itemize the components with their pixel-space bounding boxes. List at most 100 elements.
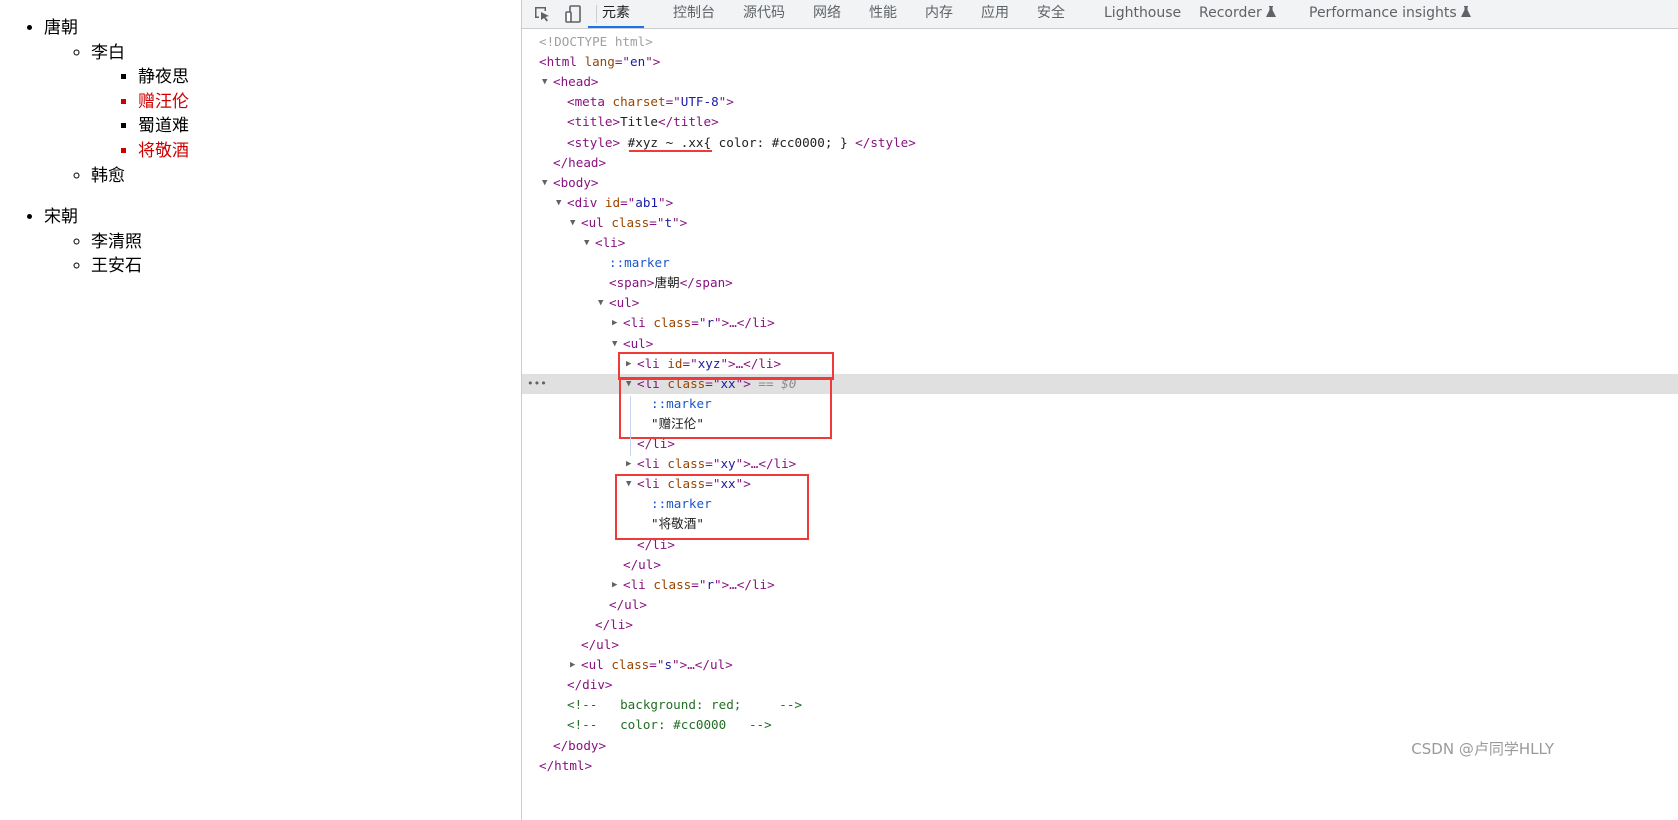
node-text: </ul> [609,595,647,615]
expand-triangle-down-icon[interactable]: ▼ [542,173,552,193]
dom-node-row[interactable]: ▼ <ul> [522,334,1678,354]
expand-triangle-right-icon[interactable]: ▶ [612,575,622,595]
tab-3[interactable]: 网络 [813,0,841,28]
tab-2[interactable]: 源代码 [743,0,785,28]
token-av: r [706,315,715,331]
tab-label: 性能 [869,5,897,21]
dom-node-row[interactable]: <meta charset="UTF-8"> [522,92,1678,112]
dom-node-row[interactable]: ▼ <ul> [522,293,1678,313]
dom-node-row[interactable]: </ul> [522,635,1678,655]
dom-node-row[interactable]: ▶ <li class="xy">…</li> [522,454,1678,474]
poet-list: 李白静夜思赠汪伦蜀道难将敬酒韩愈 [44,41,521,189]
token-tag: =" [665,94,681,110]
token-tag: </head> [553,154,607,170]
poem-item: 蜀道难 [138,114,521,139]
expand-triangle-down-icon[interactable]: ▼ [542,72,552,92]
dom-node-row[interactable]: <html lang="en"> [522,52,1678,72]
token-tag: <meta [567,94,613,110]
token-tag: ">…</li> [735,456,797,472]
highlight-box [618,352,834,380]
dom-node-row[interactable]: ▶ <li class="r">…</li> [522,313,1678,333]
token-tag: <li [623,315,654,331]
token-an: class [653,576,692,592]
token-ps: ::marker [609,255,670,271]
more-options-icon[interactable]: ••• [527,374,547,394]
expand-triangle-right-icon[interactable]: ▶ [612,313,622,333]
token-tag: ">…</ul> [672,657,733,673]
dom-node-row[interactable]: <title>Title</title> [522,112,1678,132]
tab-label: 应用 [981,5,1009,21]
token-tag: </div> [567,677,613,693]
tab-5[interactable]: 内存 [925,0,953,28]
expand-triangle-right-icon[interactable]: ▶ [570,655,580,675]
dom-node-row[interactable]: ▼ <li> [522,233,1678,253]
dom-node-row[interactable]: </ul> [522,555,1678,575]
devtools-panel: 元素 控制台 源代码 网络 性能 内存 应用 安全 Lighthouse Recorder Per… [521,0,1678,820]
tab-4[interactable]: 性能 [869,0,897,28]
selector-underline [629,150,712,152]
token-an: class [611,657,650,673]
token-tag: =" [614,54,631,70]
tab-1[interactable]: 控制台 [673,0,715,28]
tab-10[interactable]: Performance insights [1309,0,1472,28]
token-tx: 唐朝 [654,275,680,291]
token-tag: </html> [539,757,593,773]
dom-node-row[interactable]: ::marker [522,253,1678,273]
tab-label: 源代码 [743,5,785,21]
dom-node-row[interactable]: </div> [522,675,1678,695]
expand-triangle-right-icon[interactable]: ▶ [626,454,636,474]
inspect-element-icon[interactable] [532,4,552,24]
token-an: charset [612,94,666,110]
device-toolbar-icon[interactable] [563,4,583,24]
token-tag: </li> [595,616,633,632]
node-text: <li class="r">…</li> [623,575,775,595]
token-tag: =" [691,315,707,331]
poet-name: 韩愈 [91,165,125,186]
token-av: xy [720,456,736,472]
expand-triangle-down-icon[interactable]: ▼ [584,233,594,253]
tab-7[interactable]: 安全 [1037,0,1065,28]
token-tx: Title [620,114,658,130]
token-tag: "> [718,94,734,110]
dom-node-row[interactable]: <span>唐朝</span> [522,273,1678,293]
token-tag: =" [620,194,636,210]
dom-node-row[interactable]: ▶ <li class="r">…</li> [522,575,1678,595]
dom-node-row[interactable]: ▼ <ul class="t"> [522,213,1678,233]
node-text: <ul class="t"> [581,213,687,233]
expand-triangle-down-icon[interactable]: ▼ [612,334,622,354]
tab-6[interactable]: 应用 [981,0,1009,28]
node-text: </ul> [623,555,661,575]
expand-triangle-down-icon[interactable]: ▼ [598,293,608,313]
poet-item: 王安石 [91,254,521,279]
dom-node-row[interactable]: ▶ <ul class="s">…</ul> [522,655,1678,675]
node-text: <!DOCTYPE html> [539,32,653,52]
poet-list: 李清照王安石 [44,230,521,279]
tab-9[interactable]: Recorder [1199,0,1277,28]
expand-triangle-down-icon[interactable]: ▼ [570,213,580,233]
tab-label: 内存 [925,5,953,21]
dom-node-row[interactable]: <!-- background: red; --> [522,695,1678,715]
token-tag: <li [637,456,668,472]
tab-label: 元素 [602,5,630,21]
dom-node-row[interactable]: </head> [522,153,1678,173]
token-tag: ">…</li> [714,315,775,331]
highlight-box [619,377,832,439]
dom-node-row[interactable]: ▼ <head> [522,72,1678,92]
dom-node-row[interactable]: <!DOCTYPE html> [522,32,1678,52]
token-tag: "> [645,54,661,70]
poem-item: 赠汪伦 [138,90,521,115]
dom-node-row[interactable]: ▼ <div id="ab1"> [522,193,1678,213]
tab-0[interactable]: 元素 [588,0,644,28]
dom-node-row[interactable]: </li> [522,615,1678,635]
token-tag: ">…</li> [714,576,775,592]
token-tag: </span> [679,275,733,291]
node-text: <style> #xyz ~ .xx{ color: #cc0000; } </… [567,133,916,153]
node-text: </html> [539,756,592,776]
expand-triangle-down-icon[interactable]: ▼ [556,193,566,213]
dom-node-row[interactable]: </ul> [522,595,1678,615]
tab-8[interactable]: Lighthouse [1104,0,1181,28]
tab-label: 网络 [813,5,841,21]
dom-node-row[interactable]: <!-- color: #cc0000 --> [522,715,1678,735]
poet-item: 韩愈 [91,164,521,189]
dom-node-row[interactable]: ▼ <body> [522,173,1678,193]
